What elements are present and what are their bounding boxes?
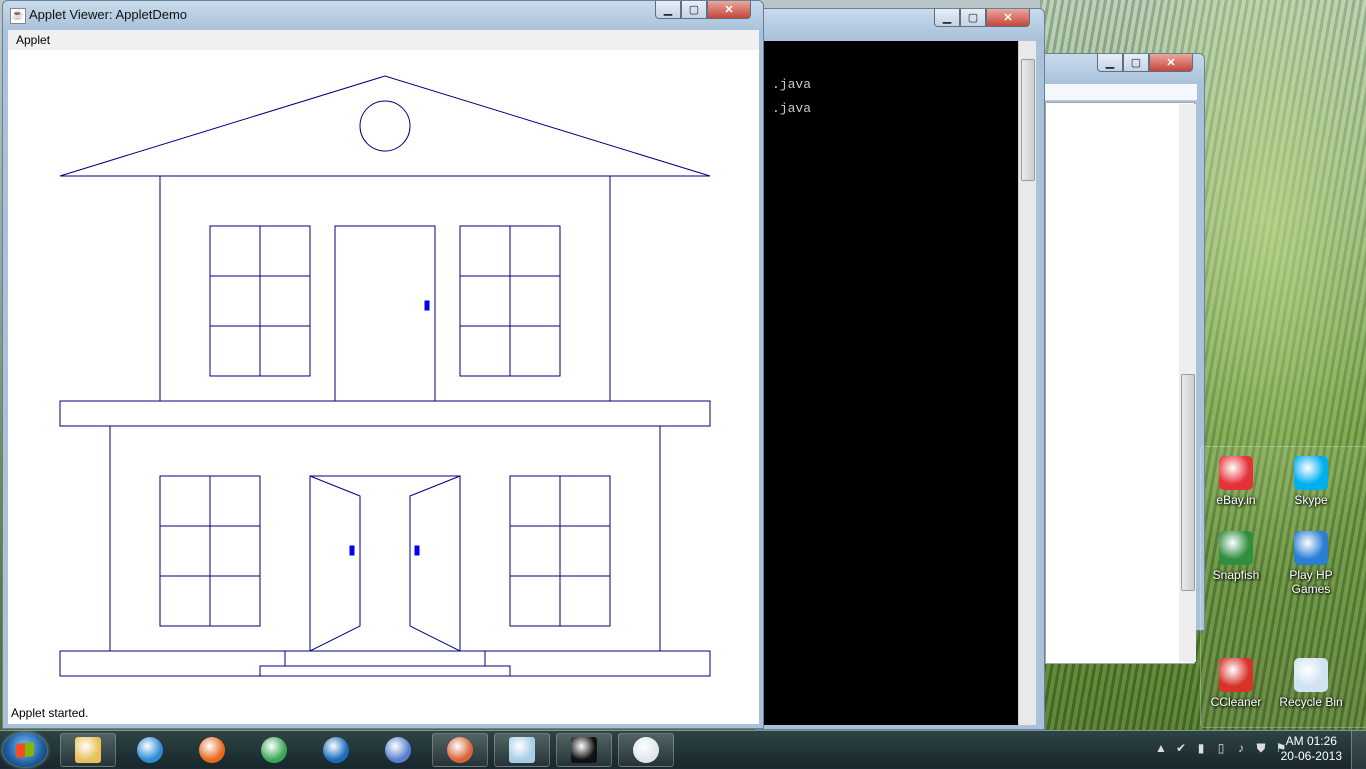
- applet-canvas[interactable]: [8, 50, 759, 702]
- upper-floor-wall: [159, 175, 611, 402]
- minimize-button[interactable]: ▁: [1097, 54, 1123, 72]
- icon-label: eBay.in: [1216, 493, 1256, 507]
- photo-icon: [447, 737, 473, 763]
- applet-window-controls: ▁ ▢ ✕: [655, 1, 751, 20]
- minimize-button[interactable]: ▁: [934, 9, 960, 27]
- recycle-bin-desktop-icon[interactable]: Recycle Bin: [1276, 658, 1346, 709]
- hp-icon: [323, 737, 349, 763]
- recycle-bin-icon: [1294, 658, 1328, 692]
- left-door-handle: [349, 545, 355, 556]
- maximize-button[interactable]: ▢: [681, 1, 707, 19]
- close-button[interactable]: ✕: [707, 1, 751, 19]
- skype-desktop-icon[interactable]: Skype: [1276, 456, 1346, 507]
- middle-ledge: [59, 400, 711, 427]
- taskbar-button-crystal[interactable]: [370, 733, 426, 767]
- explorer-icon: [75, 737, 101, 763]
- console-window-controls: ▁ ▢ ✕: [934, 9, 1030, 28]
- scrollbar-thumb[interactable]: [1021, 59, 1035, 181]
- maximize-button[interactable]: ▢: [1123, 54, 1149, 72]
- clock-time: AM 01:26: [1285, 734, 1337, 748]
- snapfish-desktop-icon[interactable]: Snapfish: [1201, 531, 1271, 582]
- upper-door: [334, 225, 436, 402]
- skype-icon: [1294, 456, 1328, 490]
- taskbar: ▲ ✔ ▮ ▯ ♪ ⛊ ⚑ AM 01:26 20-06-2013: [0, 730, 1366, 769]
- ccleaner-desktop-icon[interactable]: CCleaner: [1201, 658, 1271, 709]
- console-line: .java: [772, 101, 812, 116]
- editor-window-controls: ▁ ▢ ✕: [1097, 54, 1193, 73]
- applet-viewer-window[interactable]: ☕ Applet Viewer: AppletDemo ▁ ▢ ✕ Applet: [2, 0, 764, 729]
- right-door-handle: [414, 545, 420, 556]
- chrome-icon: [261, 737, 287, 763]
- security-icon[interactable]: ⛊: [1254, 741, 1268, 757]
- show-hidden-icons-icon[interactable]: ▲: [1154, 741, 1168, 757]
- scrollbar-thumb[interactable]: [1181, 374, 1195, 591]
- taskbar-button-explorer[interactable]: [60, 733, 116, 767]
- window-title: Applet Viewer: AppletDemo: [29, 7, 188, 22]
- icon-label: Skype: [1294, 493, 1328, 507]
- device-icon[interactable]: ▯: [1214, 741, 1228, 757]
- windows-logo-icon: [16, 742, 34, 758]
- editor-tab-strip: [1045, 84, 1197, 101]
- right-door-leaf: [409, 475, 461, 652]
- status-bar: Applet started.: [8, 702, 759, 724]
- ie-icon: [137, 737, 163, 763]
- taskbar-button-ie[interactable]: [122, 733, 178, 767]
- console-window[interactable]: ▁ ▢ ✕ .java .java: [755, 8, 1045, 730]
- taskbar-button-cmd[interactable]: [556, 733, 612, 767]
- signal-icon[interactable]: ▮: [1194, 741, 1208, 757]
- icon-label: CCleaner: [1210, 695, 1262, 709]
- notepad-icon: [509, 737, 535, 763]
- applet-menu[interactable]: Applet: [16, 33, 50, 47]
- editor-window[interactable]: ▁ ▢ ✕: [1040, 53, 1205, 664]
- lower-floor-wall: [109, 425, 661, 652]
- taskbar-button-java[interactable]: [618, 733, 674, 767]
- hp-games-desktop-icon[interactable]: Play HP Games: [1276, 531, 1346, 596]
- maximize-button[interactable]: ▢: [960, 9, 986, 27]
- taskbar-button-firefox[interactable]: [184, 733, 240, 767]
- crystal-icon: [385, 737, 411, 763]
- ebay-desktop-icon[interactable]: eBay.in: [1201, 456, 1271, 507]
- snapfish-icon: [1219, 531, 1253, 565]
- taskbar-button-chrome[interactable]: [246, 733, 302, 767]
- show-desktop-button[interactable]: [1351, 731, 1366, 769]
- java-icon: ☕: [10, 8, 26, 24]
- network-check-icon[interactable]: ✔: [1174, 741, 1188, 757]
- taskbar-button-hp[interactable]: [308, 733, 364, 767]
- console-output[interactable]: .java .java: [764, 41, 1026, 725]
- ccleaner-icon: [1219, 658, 1253, 692]
- editor-text-area[interactable]: [1045, 102, 1195, 664]
- close-button[interactable]: ✕: [1149, 54, 1193, 72]
- start-button[interactable]: [3, 733, 47, 767]
- door-step-upper: [284, 650, 486, 667]
- hp-games-icon: [1294, 531, 1328, 565]
- volume-icon[interactable]: ♪: [1234, 741, 1248, 757]
- taskbar-button-photo[interactable]: [432, 733, 488, 767]
- minimize-button[interactable]: ▁: [655, 1, 681, 19]
- taskbar-button-notepad[interactable]: [494, 733, 550, 767]
- system-tray: ▲ ✔ ▮ ▯ ♪ ⛊ ⚑: [1154, 741, 1288, 757]
- close-button[interactable]: ✕: [986, 9, 1030, 27]
- clock[interactable]: AM 01:26 20-06-2013: [1281, 734, 1342, 764]
- java-icon: [633, 737, 659, 763]
- roof: [59, 75, 711, 177]
- status-text: Applet started.: [11, 706, 89, 720]
- ground-base: [59, 650, 711, 677]
- roof-window: [359, 100, 411, 152]
- icon-label: Snapfish: [1212, 568, 1260, 582]
- editor-vertical-scrollbar[interactable]: [1179, 104, 1196, 662]
- left-door-leaf: [309, 475, 361, 652]
- door-step-lower: [259, 665, 511, 677]
- clock-date: 20-06-2013: [1280, 749, 1342, 763]
- menu-bar: Applet: [8, 30, 759, 50]
- icon-label: Recycle Bin: [1279, 695, 1343, 709]
- console-vertical-scrollbar[interactable]: [1018, 41, 1036, 725]
- upper-door-handle: [424, 300, 430, 311]
- house-drawing: [59, 75, 711, 677]
- icon-label: Play HP Games: [1289, 568, 1333, 596]
- ebay-icon: [1219, 456, 1253, 490]
- console-line: .java: [772, 77, 812, 92]
- cmd-icon: [571, 737, 597, 763]
- firefox-icon: [199, 737, 225, 763]
